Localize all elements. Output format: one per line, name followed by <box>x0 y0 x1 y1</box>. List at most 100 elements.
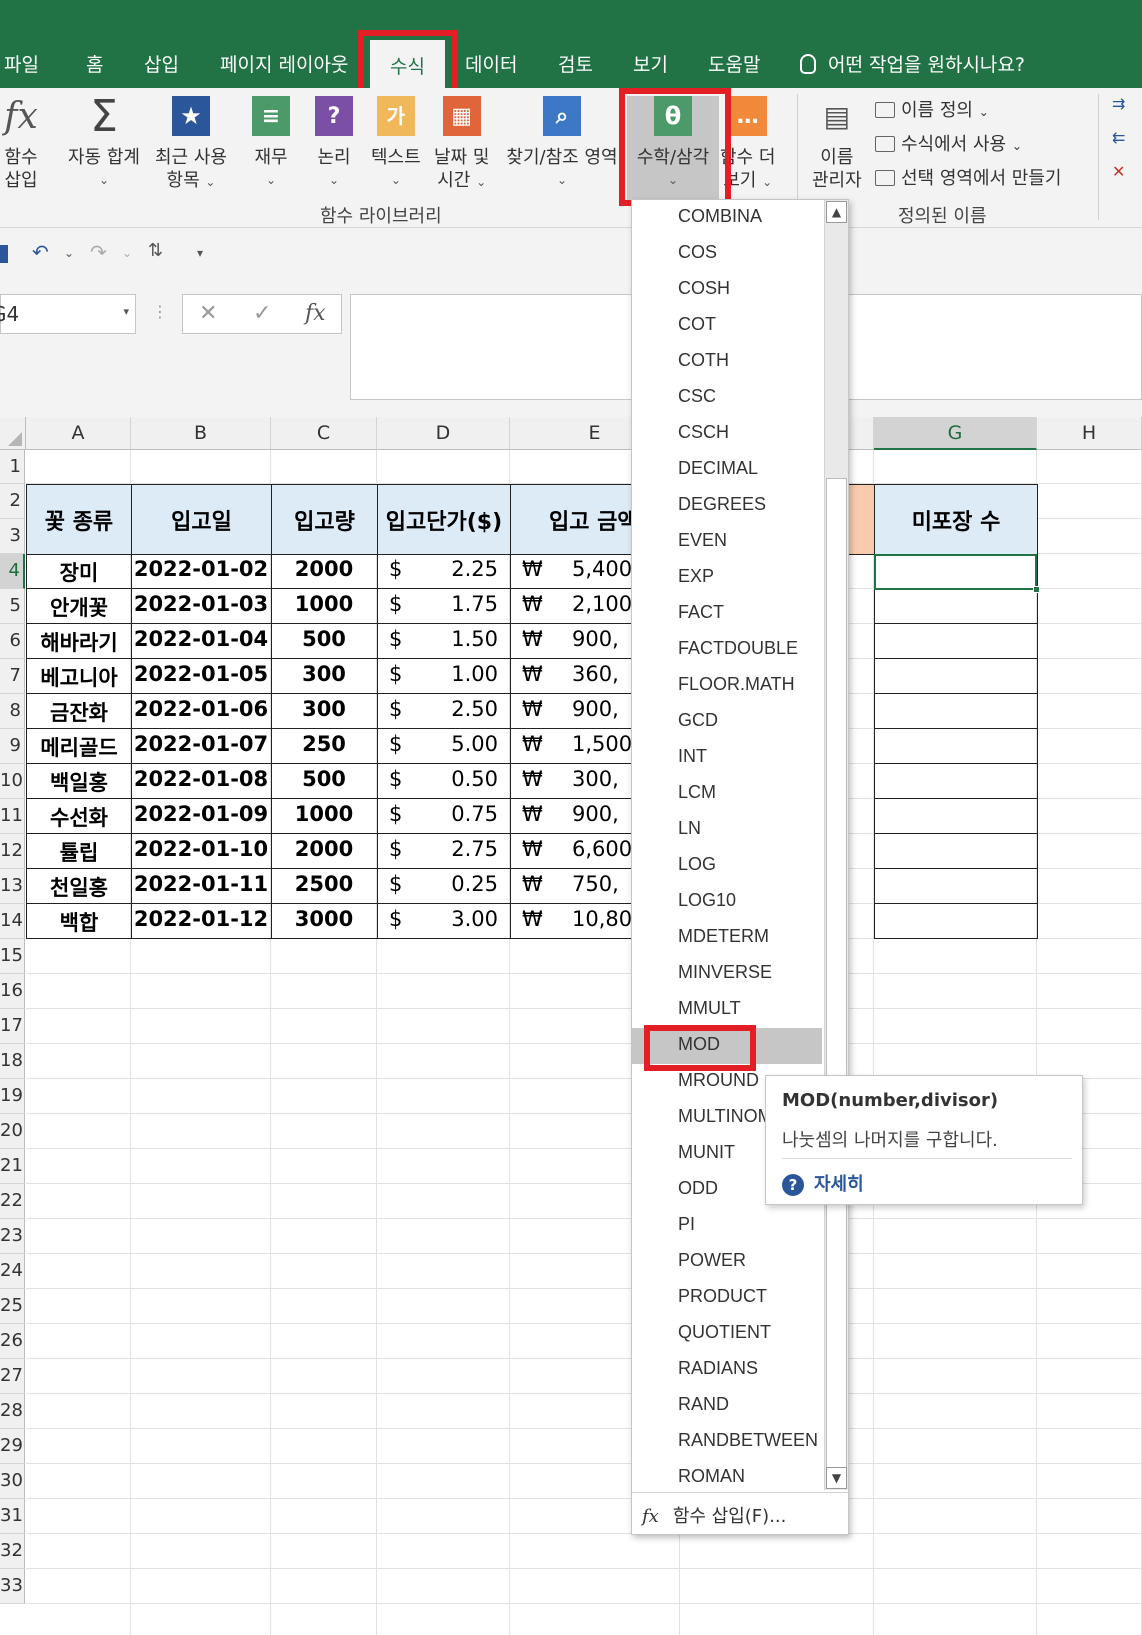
row-header-10[interactable]: 10 <box>0 764 25 799</box>
cell-qty[interactable]: 500 <box>271 764 378 799</box>
cell-flower[interactable]: 베고니아 <box>26 659 132 694</box>
cell-unpacked[interactable] <box>874 799 1038 834</box>
cell-date[interactable]: 2022-01-04 <box>131 624 272 659</box>
table-header-c[interactable]: 입고량 <box>271 484 378 555</box>
cell-flower[interactable]: 메리골드 <box>26 729 132 764</box>
function-item-csch[interactable]: CSCH <box>632 416 822 452</box>
row-header-28[interactable]: 28 <box>0 1394 25 1429</box>
cell-price[interactable]: $2.50 <box>377 694 511 729</box>
function-item-power[interactable]: POWER <box>632 1244 822 1280</box>
cell-date[interactable]: 2022-01-03 <box>131 589 272 624</box>
function-item-randbetween[interactable]: RANDBETWEEN <box>632 1424 822 1460</box>
row-header-3[interactable]: 3 <box>0 519 25 554</box>
scroll-down-icon[interactable]: ▼ <box>826 1467 847 1489</box>
column-header-a[interactable]: A <box>26 417 131 450</box>
function-item-fact[interactable]: FACT <box>632 596 822 632</box>
undo-icon[interactable]: ↶ <box>32 240 49 264</box>
cell-unpacked[interactable] <box>874 834 1038 869</box>
cell-price[interactable]: $1.00 <box>377 659 511 694</box>
customize-qat-icon[interactable]: ▾ <box>197 246 203 260</box>
tab-file[interactable]: 파일 <box>4 50 39 77</box>
cell-flower[interactable]: 금잔화 <box>26 694 132 729</box>
tab-view[interactable]: 보기 <box>633 50 668 77</box>
cancel-icon[interactable]: ✕ <box>199 301 217 326</box>
row-header-11[interactable]: 11 <box>0 799 25 834</box>
row-header-24[interactable]: 24 <box>0 1254 25 1289</box>
lookup-reference-button[interactable]: ⌕ 찾기/참조 영역 ⌄ <box>503 96 621 192</box>
create-from-selection-button[interactable]: 선택 영역에서 만들기 <box>875 164 1061 190</box>
trace-precedents-icon[interactable]: ⇉ <box>1112 94 1125 113</box>
text-button[interactable]: 가 텍스트 ⌄ <box>371 96 421 192</box>
table-header-a[interactable]: 꽃 종류 <box>26 484 132 555</box>
row-header-6[interactable]: 6 <box>0 624 25 659</box>
function-item-quotient[interactable]: QUOTIENT <box>632 1316 822 1352</box>
function-item-exp[interactable]: EXP <box>632 560 822 596</box>
tab-help[interactable]: 도움말 <box>708 50 760 77</box>
save-icon[interactable] <box>0 245 8 263</box>
row-header-23[interactable]: 23 <box>0 1219 25 1254</box>
function-item-int[interactable]: INT <box>632 740 822 776</box>
trace-dependents-icon[interactable]: ⇇ <box>1112 128 1125 147</box>
row-header-15[interactable]: 15 <box>0 939 25 974</box>
cell-flower[interactable]: 백합 <box>26 904 132 939</box>
tab-home[interactable]: 홈 <box>86 50 103 77</box>
cell-unpacked[interactable] <box>874 904 1038 939</box>
cell-date[interactable]: 2022-01-09 <box>131 799 272 834</box>
table-header-d[interactable]: 입고단가($) <box>377 484 511 555</box>
function-item-radians[interactable]: RADIANS <box>632 1352 822 1388</box>
cell-unpacked[interactable] <box>874 659 1038 694</box>
cell-date[interactable]: 2022-01-07 <box>131 729 272 764</box>
row-header-5[interactable]: 5 <box>0 589 25 624</box>
scroll-thumb[interactable] <box>826 478 847 1478</box>
row-header-25[interactable]: 25 <box>0 1289 25 1324</box>
row-header-7[interactable]: 7 <box>0 659 25 694</box>
tab-page-layout[interactable]: 페이지 레이아웃 <box>220 50 348 77</box>
cell-unpacked[interactable] <box>874 589 1038 624</box>
function-item-floor-math[interactable]: FLOOR.MATH <box>632 668 822 704</box>
chevron-down-icon[interactable]: ⌄ <box>122 246 132 260</box>
use-in-formula-button[interactable]: 수식에서 사용 ⌄ <box>875 130 1022 156</box>
cell-price[interactable]: $2.25 <box>377 554 511 589</box>
cell-date[interactable]: 2022-01-11 <box>131 869 272 904</box>
cell-qty[interactable]: 500 <box>271 624 378 659</box>
row-header-9[interactable]: 9 <box>0 729 25 764</box>
dropdown-scrollbar[interactable]: ▲ ▼ <box>824 200 848 1490</box>
function-item-csc[interactable]: CSC <box>632 380 822 416</box>
column-header-g[interactable]: G <box>874 417 1037 450</box>
row-header-33[interactable]: 33 <box>0 1569 25 1604</box>
row-header-8[interactable]: 8 <box>0 694 25 729</box>
function-item-ln[interactable]: LN <box>632 812 822 848</box>
row-header-29[interactable]: 29 <box>0 1429 25 1464</box>
row-header-31[interactable]: 31 <box>0 1499 25 1534</box>
scroll-up-icon[interactable]: ▲ <box>826 201 847 223</box>
function-item-minverse[interactable]: MINVERSE <box>632 956 822 992</box>
tell-me-search[interactable]: 어떤 작업을 원하시나요? <box>800 50 1025 77</box>
function-item-gcd[interactable]: GCD <box>632 704 822 740</box>
cell-qty[interactable]: 300 <box>271 694 378 729</box>
tab-insert[interactable]: 삽입 <box>144 50 179 77</box>
insert-function-menu-item[interactable]: fx 함수 삽입(F)... <box>632 1492 848 1534</box>
sort-icon[interactable]: ⇅ <box>148 240 163 261</box>
financial-button[interactable]: ≡ 재무 ⌄ <box>252 96 290 192</box>
cell-qty[interactable]: 2500 <box>271 869 378 904</box>
row-header-26[interactable]: 26 <box>0 1324 25 1359</box>
cell-price[interactable]: $0.75 <box>377 799 511 834</box>
column-header-d[interactable]: D <box>377 417 510 450</box>
function-item-even[interactable]: EVEN <box>632 524 822 560</box>
function-item-lcm[interactable]: LCM <box>632 776 822 812</box>
column-header-c[interactable]: C <box>271 417 377 450</box>
column-header-b[interactable]: B <box>131 417 271 450</box>
cell-flower[interactable]: 튤립 <box>26 834 132 869</box>
datetime-button[interactable]: ▦ 날짜 및 시간 ⌄ <box>434 96 489 194</box>
redo-icon[interactable]: ↷ <box>90 240 107 264</box>
row-header-22[interactable]: 22 <box>0 1184 25 1219</box>
cell-unpacked[interactable] <box>874 869 1038 904</box>
cell-flower[interactable]: 수선화 <box>26 799 132 834</box>
cell-unpacked[interactable] <box>874 624 1038 659</box>
logical-button[interactable]: ? 논리 ⌄ <box>315 96 353 192</box>
row-header-12[interactable]: 12 <box>0 834 25 869</box>
cell-qty[interactable]: 300 <box>271 659 378 694</box>
row-header-19[interactable]: 19 <box>0 1079 25 1114</box>
remove-arrows-icon[interactable]: ✕ <box>1112 162 1125 181</box>
row-header-13[interactable]: 13 <box>0 869 25 904</box>
